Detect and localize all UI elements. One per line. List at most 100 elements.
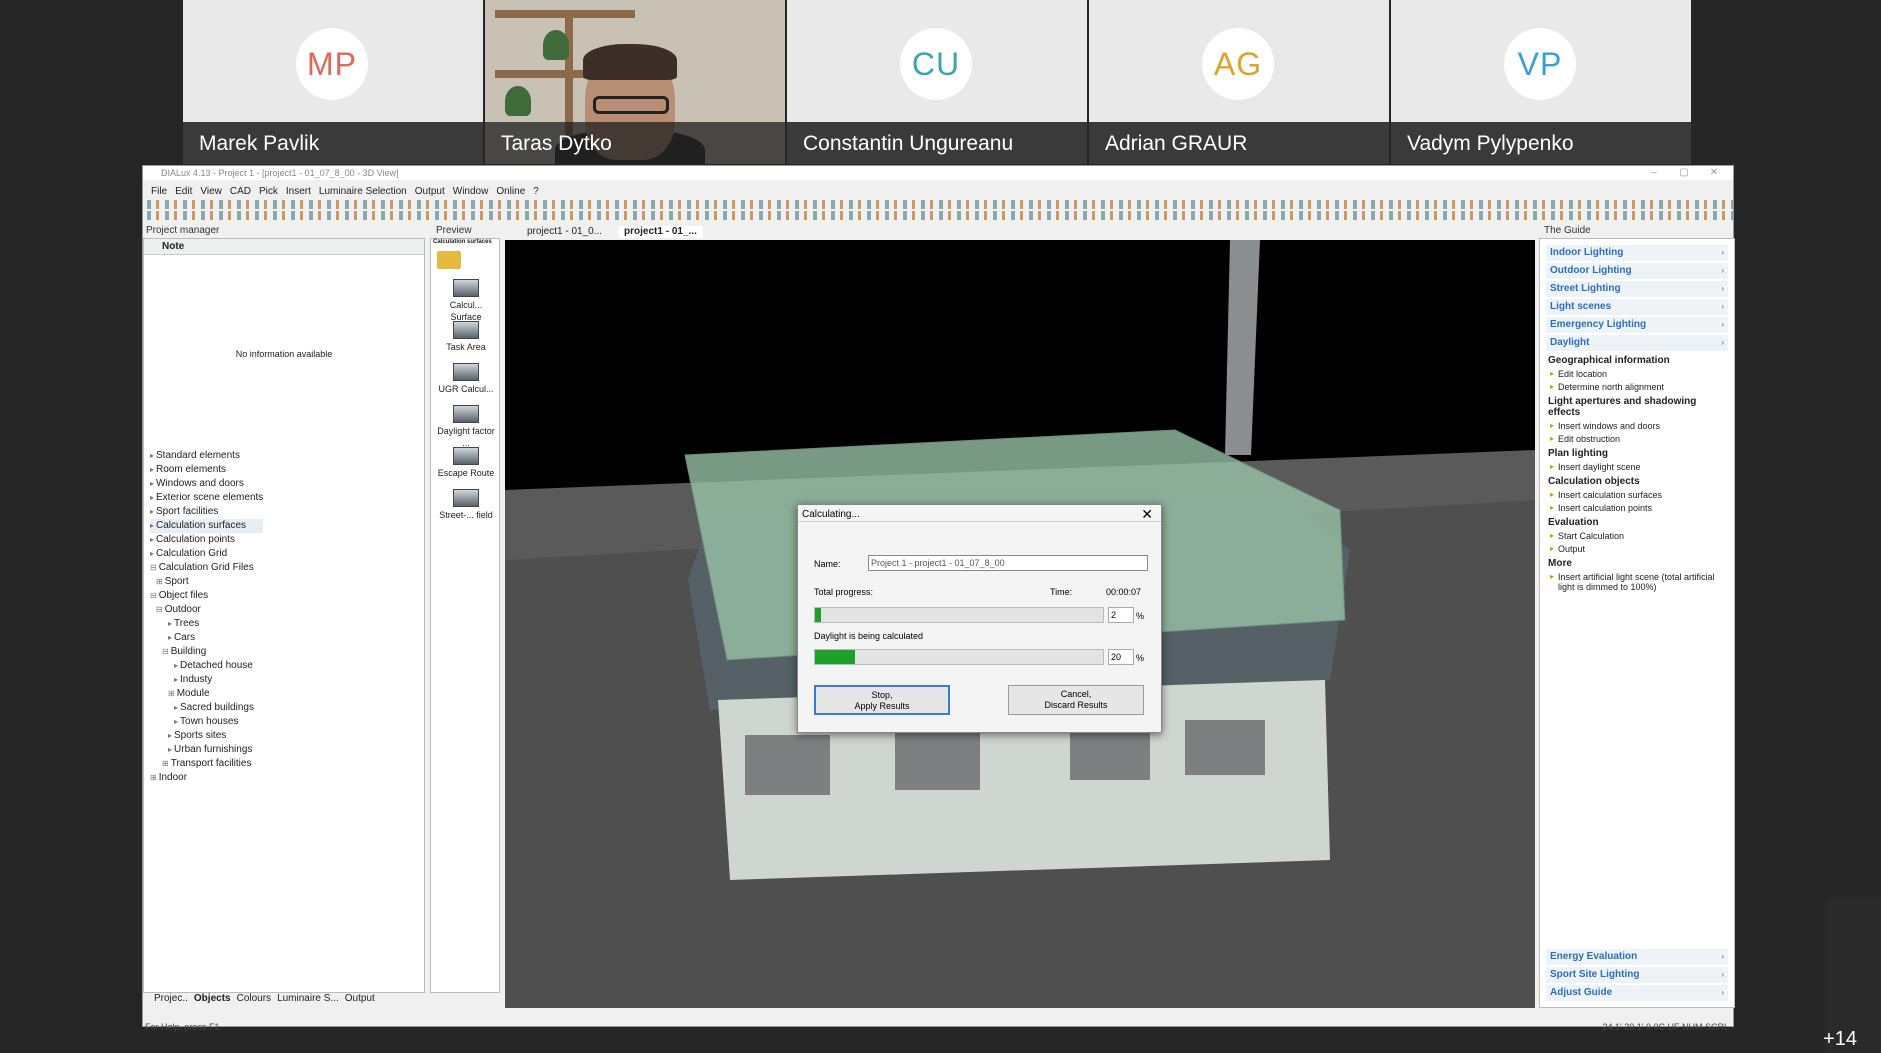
tab-output[interactable]: Output bbox=[345, 993, 375, 1004]
guide-adjust[interactable]: Adjust Guide › bbox=[1546, 985, 1728, 1001]
tree-item[interactable]: ▸ Standard elements bbox=[150, 449, 263, 463]
tree-item[interactable]: ▸ Industy bbox=[150, 673, 263, 687]
guide-link[interactable]: ▸ Insert daylight scene bbox=[1550, 462, 1724, 472]
tree-item[interactable]: ▸ Sacred buildings bbox=[150, 701, 263, 715]
cancel-discard-button[interactable]: Cancel, Discard Results bbox=[1008, 685, 1144, 715]
tree-item[interactable]: ⊞ Module bbox=[150, 687, 263, 701]
menu-help[interactable]: ? bbox=[533, 186, 539, 198]
guide-link[interactable]: ▸ Start Calculation bbox=[1550, 531, 1724, 541]
participant-tile[interactable]: MP Marek Pavlik bbox=[183, 0, 483, 164]
preview-item[interactable]: UGR Calcul... bbox=[437, 363, 495, 395]
expand-icon[interactable]: ⊞ bbox=[156, 577, 163, 586]
guide-outdoor-lighting[interactable]: Outdoor Lighting › bbox=[1546, 263, 1728, 279]
menu-edit[interactable]: Edit bbox=[175, 186, 192, 198]
menu-cad[interactable]: CAD bbox=[230, 186, 251, 198]
stop-apply-button[interactable]: Stop, Apply Results bbox=[814, 685, 950, 715]
expand-icon[interactable]: ⊟ bbox=[156, 605, 163, 614]
tree-item[interactable]: ▸ Town houses bbox=[150, 715, 263, 729]
tree-item[interactable]: ⊞ Sport bbox=[150, 575, 263, 589]
open-folder-icon[interactable] bbox=[437, 251, 461, 269]
tree-item[interactable]: ⊟ Calculation Grid Files bbox=[150, 561, 263, 575]
maximize-icon[interactable]: ▢ bbox=[1669, 166, 1699, 180]
menu-pick[interactable]: Pick bbox=[259, 186, 278, 198]
tab-colours[interactable]: Colours bbox=[237, 993, 271, 1004]
guide-link[interactable]: ▸ Determine north alignment bbox=[1550, 382, 1724, 392]
guide-sport-site-lighting[interactable]: Sport Site Lighting › bbox=[1546, 967, 1728, 983]
guide-light-scenes[interactable]: Light scenes › bbox=[1546, 299, 1728, 315]
tab-project[interactable]: Projec.. bbox=[154, 993, 188, 1004]
toolbar-row-2[interactable] bbox=[147, 211, 1733, 220]
guide-daylight[interactable]: Daylight › bbox=[1546, 335, 1728, 351]
tab-project1-b[interactable]: project1 - 01_... bbox=[618, 226, 703, 238]
tree-item[interactable]: ⊟ Building bbox=[150, 645, 263, 659]
tree-item[interactable]: ▸ Calculation surfaces bbox=[150, 519, 264, 533]
tree-item[interactable]: ▸ Calculation points bbox=[150, 533, 263, 547]
tree-label: Sacred buildings bbox=[180, 702, 254, 713]
participant-tile[interactable]: CU Constantin Ungureanu bbox=[787, 0, 1087, 164]
expand-icon[interactable]: ⊟ bbox=[150, 563, 157, 572]
guide-link[interactable]: ▸ Edit obstruction bbox=[1550, 434, 1724, 444]
guide-header-label: Sport Site Lighting bbox=[1550, 969, 1640, 980]
guide-header-label: Adjust Guide bbox=[1550, 987, 1613, 998]
expand-icon[interactable]: ⊞ bbox=[162, 759, 169, 768]
name-field[interactable]: Project 1 - project1 - 01_07_8_00 bbox=[868, 555, 1148, 571]
tree-item[interactable]: ▸ Calculation Grid bbox=[150, 547, 263, 561]
expand-icon[interactable]: ⊞ bbox=[168, 689, 175, 698]
menu-online[interactable]: Online bbox=[496, 186, 525, 198]
expand-icon[interactable]: ⊞ bbox=[150, 773, 157, 782]
participant-tile[interactable]: AG Adrian GRAUR bbox=[1089, 0, 1389, 164]
tree-item[interactable]: ▸ Room elements bbox=[150, 463, 263, 477]
tree-item[interactable]: ▸ Exterior scene elements bbox=[150, 491, 263, 505]
preview-item[interactable]: Calcul... Surface bbox=[437, 279, 495, 323]
menu-luminaire-selection[interactable]: Luminaire Selection bbox=[319, 186, 407, 198]
close-icon[interactable]: ✕ bbox=[1699, 166, 1729, 180]
menu-view[interactable]: View bbox=[200, 186, 222, 198]
tab-project1-a[interactable]: project1 - 01_0... bbox=[521, 226, 608, 238]
preview-label: Task Area bbox=[446, 342, 486, 352]
guide-energy-evaluation[interactable]: Energy Evaluation › bbox=[1546, 949, 1728, 965]
menu-window[interactable]: Window bbox=[453, 186, 489, 198]
guide-link[interactable]: ▸ Edit location bbox=[1550, 369, 1724, 379]
tab-objects[interactable]: Objects bbox=[194, 993, 231, 1004]
preview-item[interactable]: Task Area bbox=[437, 321, 495, 353]
note-header[interactable]: Note bbox=[144, 239, 424, 255]
preview-item[interactable]: Street-... field bbox=[437, 489, 495, 521]
participant-name: Vadym Pylypenko bbox=[1407, 132, 1574, 155]
tab-luminaire-selection[interactable]: Luminaire S... bbox=[277, 993, 339, 1004]
guide-emergency-lighting[interactable]: Emergency Lighting › bbox=[1546, 317, 1728, 333]
tree-item[interactable]: ▸ Sport facilities bbox=[150, 505, 263, 519]
tree-item[interactable]: ⊞ Transport facilities bbox=[150, 757, 263, 771]
preview-item[interactable]: Escape Route bbox=[437, 447, 495, 479]
guide-link[interactable]: ▸ Output bbox=[1550, 544, 1724, 554]
tree-item[interactable]: ▸ Urban furnishings bbox=[150, 743, 263, 757]
expand-icon[interactable]: ⊟ bbox=[150, 591, 157, 600]
menu-file[interactable]: File bbox=[151, 186, 167, 198]
guide-link[interactable]: ▸ Insert calculation surfaces bbox=[1550, 490, 1724, 500]
tree-item[interactable]: ▸ Windows and doors bbox=[150, 477, 263, 491]
guide-link[interactable]: ▸ Insert calculation points bbox=[1550, 503, 1724, 513]
preview-item[interactable]: Daylight factor ... bbox=[437, 405, 495, 449]
tree-item[interactable]: ⊟ Outdoor bbox=[150, 603, 263, 617]
tree-label: Sports sites bbox=[174, 730, 227, 741]
guide-street-lighting[interactable]: Street Lighting › bbox=[1546, 281, 1728, 297]
tree-item[interactable]: ▸ Detached house bbox=[150, 659, 263, 673]
tree-item[interactable]: ▸ Cars bbox=[150, 631, 263, 645]
time-label: Time: bbox=[1050, 587, 1073, 597]
tree-item[interactable]: ⊟ Object files bbox=[150, 589, 263, 603]
menu-output[interactable]: Output bbox=[415, 186, 445, 198]
participant-tile[interactable]: VP Vadym Pylypenko bbox=[1391, 0, 1691, 164]
tree-item[interactable]: ▸ Sports sites bbox=[150, 729, 263, 743]
tree-label: Industy bbox=[180, 674, 213, 685]
menu-insert[interactable]: Insert bbox=[286, 186, 311, 198]
tree-item[interactable]: ⊞ Indoor bbox=[150, 771, 263, 785]
guide-link[interactable]: ▸ Insert artificial light scene (total ar… bbox=[1550, 572, 1724, 592]
toolbar-row-1[interactable] bbox=[147, 200, 1733, 209]
minimize-icon[interactable]: – bbox=[1639, 166, 1669, 180]
guide-indoor-lighting[interactable]: Indoor Lighting › bbox=[1546, 245, 1728, 261]
chevron-icon: › bbox=[1721, 248, 1724, 257]
tree-item[interactable]: ▸ Trees bbox=[150, 617, 263, 631]
participant-video-tile[interactable]: Taras Dytko bbox=[485, 0, 785, 164]
guide-link[interactable]: ▸ Insert windows and doors bbox=[1550, 421, 1724, 431]
extra-participants-count[interactable]: +14 bbox=[1823, 1028, 1857, 1051]
expand-icon[interactable]: ⊟ bbox=[162, 647, 169, 656]
